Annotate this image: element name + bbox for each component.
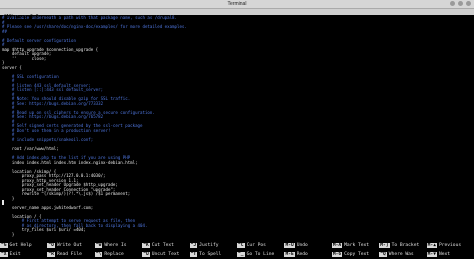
code-text: '' close; [2,55,47,61]
shortcut-item[interactable]: ^W Where Is [94,241,142,250]
shortcut-item[interactable]: ^O Write Out [47,241,94,250]
nano-header-bar: GNU nano 2.9 /etc/nginx/sites-enabled/de… [0,9,474,26]
shortcut-key: M-] [379,243,390,248]
shortcut-item[interactable]: ^X Exit [0,250,47,259]
shortcut-key: M-6 [331,252,343,257]
shortcut-row: ^X Exit ^R Read File ^\ Replace ^U Uncut Text ^T… [0,250,474,259]
shortcut-item[interactable]: ^\ Replace [94,250,142,259]
shortcut-item[interactable]: M-] To Bracket [379,241,426,250]
shortcut-key: ^G [0,243,8,248]
shortcut-item[interactable]: ^C Cur Pos [237,241,284,250]
code-text: } [2,231,15,237]
shortcut-label: Redo [296,252,308,257]
shortcut-key: ^W [94,243,103,248]
shortcut-item[interactable]: M-U Undo [284,241,331,250]
shortcut-label: Copy Text [344,252,370,257]
shortcut-key: ^Q [379,252,387,257]
maximize-icon[interactable] [458,1,463,6]
shortcut-label: To Spell [199,252,222,257]
shortcut-label: Where Is [104,243,127,248]
shortcut-label: Cut Text [151,243,174,248]
shortcut-item[interactable]: ^U Uncut Text [142,250,189,259]
comment-text: # See: https://bugs.debian.org/765782 [2,114,104,120]
comment-text: # See: https://bugs.debian.org/773332 [2,100,104,106]
shortcut-key: ^C [237,243,245,248]
shortcut-label: Uncut Text [151,252,180,257]
shortcut-label: Cur Pos [246,243,266,248]
shortcut-key: M-E [284,252,295,257]
shortcut-key: ^U [142,252,150,257]
shortcut-item[interactable]: ^T To Spell [189,250,237,259]
shortcut-key: M-▲ [426,243,437,248]
editor-area[interactable]: # available underneath a path with that … [0,15,474,242]
shortcut-label: Write Out [56,243,82,248]
code-text: server { [2,64,22,70]
close-icon[interactable] [466,1,471,6]
shortcut-key: ^X [0,252,8,257]
shortcut-item[interactable]: M-E Redo [284,250,331,259]
shortcut-item[interactable]: M-▼ Next [426,250,474,259]
code-text: server_name apps.jwhitedwarf.com; [2,204,94,210]
code-text: index index.html index.htm index.nginx-d… [2,159,138,165]
code-text: root /var/www/html; [2,145,59,151]
shortcut-label: Where Was [388,252,414,257]
shortcut-item[interactable]: ^G Get Help [0,241,47,250]
shortcut-item[interactable]: M-A Mark Text [331,241,379,250]
shortcut-key: M-A [331,243,343,248]
editor-line[interactable]: } [2,231,474,238]
shortcut-label: Mark Text [344,243,370,248]
shortcut-label: Go To Line [246,252,275,257]
shortcut-label: Justify [199,243,219,248]
shortcut-label: Replace [104,252,124,257]
shortcut-item[interactable]: ^K Cut Text [142,241,189,250]
shortcut-item[interactable]: ^R Read File [47,250,94,259]
shortcut-key: ^T [189,252,198,257]
shortcut-key: ^R [47,252,55,257]
comment-text: # Default server configuration [2,37,76,43]
window-title: Terminal [227,1,247,7]
shortcut-item[interactable]: M-6 Copy Text [331,250,379,259]
shortcut-key: ^K [142,243,150,248]
shortcut-label: Exit [9,252,21,257]
comment-text: # include snippets/snakeoil.conf; [2,136,94,142]
comment-text: # listen [::]:443 ssl default_server; [2,87,104,93]
window-controls [450,1,471,6]
shortcut-label: Read File [56,252,82,257]
shortcut-item[interactable]: ^Q Where Was [379,250,426,259]
shortcut-key: ^J [189,243,198,248]
comment-text: # Don't use them in a production server! [2,127,111,133]
shortcut-item[interactable]: ^_ Go To Line [237,250,284,259]
shortcut-key: ^O [47,243,55,248]
shortcut-label: Get Help [9,243,32,248]
window-titlebar: Terminal [0,0,474,9]
minimize-icon[interactable] [450,1,455,6]
shortcut-label: Previous [438,243,462,248]
shortcut-row: ^G Get Help ^O Write Out ^W Where Is ^K Cut Tex… [0,241,474,250]
shortcut-label: Next [438,252,451,257]
shortcut-item[interactable]: ^J Justify [189,241,237,250]
shortcut-label: To Bracket [391,243,420,248]
shortcut-key: ^_ [237,252,245,257]
shortcut-key: M-▼ [426,252,437,257]
nano-filename: /etc/nginx/sites-enabled/default * [187,21,287,26]
shortcut-label: Undo [296,243,308,248]
shortcut-key: M-U [284,243,295,248]
shortcut-item[interactable]: M-▲ Previous [426,241,474,250]
code-text: rewrite ^(/skimp/)(?!.*\.js$) /$1 perman… [2,191,131,197]
shortcut-key: ^\ [94,252,103,257]
shortcut-bar: ^G Get Help ^O Write Out ^W Where Is ^K Cut Tex… [0,241,474,259]
comment-text: ## [2,28,7,34]
code-text: try_files $uri $uri/ =404; [2,227,86,233]
